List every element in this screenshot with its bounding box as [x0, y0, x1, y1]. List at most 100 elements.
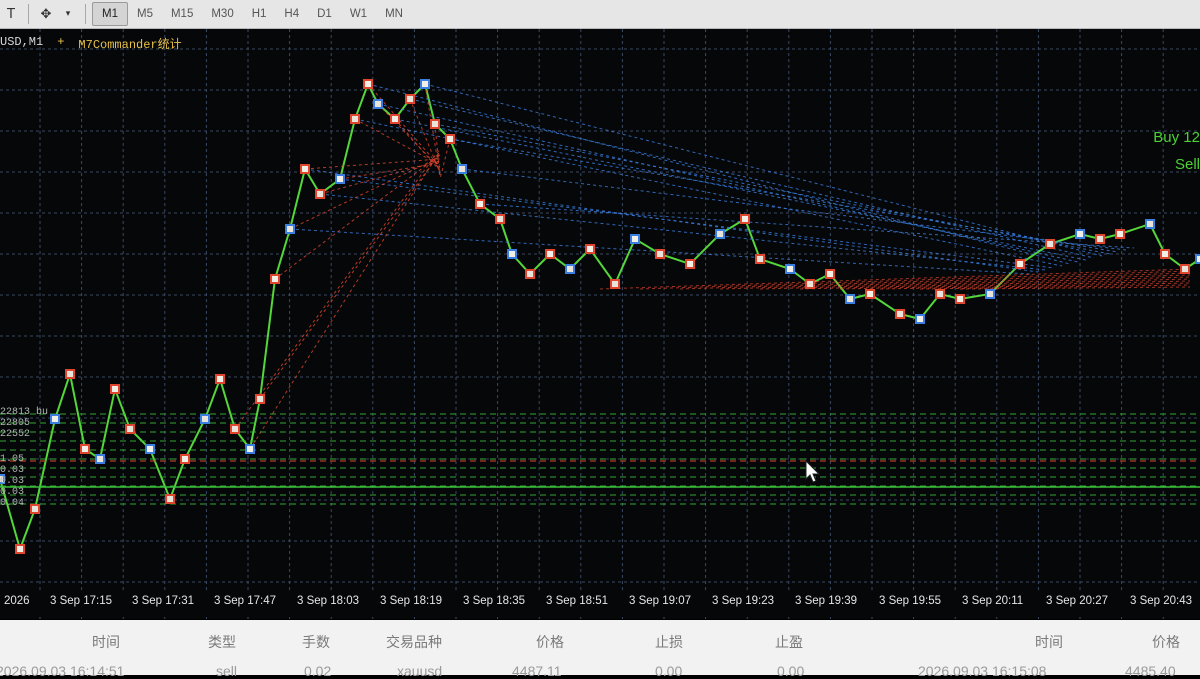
trade-marker [230, 424, 240, 434]
timeframe-d1[interactable]: D1 [308, 3, 341, 25]
trade-marker [1180, 264, 1190, 274]
chart-type-icon[interactable]: T [0, 3, 22, 25]
column-header-time[interactable]: 时间 [92, 632, 120, 652]
trade-marker [420, 79, 430, 89]
time-tick: 3 Sep 20:43 [1130, 595, 1193, 607]
buy-count-label: Buy 12 [1153, 129, 1200, 146]
time-tick: 3 Sep 18:35 [463, 595, 526, 607]
trade-marker [715, 229, 725, 239]
trade-marker [110, 384, 120, 394]
chart-toolbar: T ✥ ▾ M1 M5 M15 M30 H1 H4 D1 W1 MN [0, 0, 1200, 29]
trade-marker [50, 414, 60, 424]
cell-take-profit: 0.00 [777, 663, 805, 679]
trade-marker [285, 224, 295, 234]
trade-marker [200, 414, 210, 424]
trade-marker [655, 249, 665, 259]
timeframe-m30[interactable]: M30 [202, 3, 242, 25]
trade-marker [825, 269, 835, 279]
timeframe-h4[interactable]: H4 [275, 3, 308, 25]
time-tick: 3 Sep 19:55 [879, 595, 942, 607]
trade-marker [335, 174, 345, 184]
toolbar-divider [85, 4, 86, 24]
lot-label: 0.04 [0, 498, 25, 509]
column-header-symbol[interactable]: 交易品种 [386, 632, 442, 652]
column-header-price[interactable]: 价格 [536, 632, 564, 652]
drawing-tools-icon[interactable]: ✥ [35, 3, 57, 25]
trade-marker [985, 289, 995, 299]
trade-marker [955, 294, 965, 304]
trade-marker [80, 444, 90, 454]
trade-marker [215, 374, 225, 384]
timeframe-mn[interactable]: MN [376, 3, 412, 25]
time-tick: 3 Sep 19:23 [712, 595, 775, 607]
trade-marker [95, 454, 105, 464]
sell-order-line [759, 276, 1191, 290]
timeframe-m5[interactable]: M5 [128, 3, 162, 25]
trade-marker [1045, 239, 1055, 249]
cell-symbol: xauusd [397, 663, 443, 679]
mouse-cursor-icon [805, 460, 821, 483]
column-header-close-time[interactable]: 时间 [1035, 632, 1063, 652]
trade-marker [585, 244, 595, 254]
trade-marker [610, 279, 620, 289]
trade-marker [1075, 229, 1085, 239]
trade-marker [495, 214, 505, 224]
cell-price: 4487.11 [512, 663, 562, 679]
chart-canvas[interactable] [0, 29, 1200, 619]
trade-marker [785, 264, 795, 274]
sell-order-line [367, 83, 441, 168]
trade-marker [363, 79, 373, 89]
trade-marker [507, 249, 517, 259]
buy-order-line [424, 83, 1103, 257]
trade-marker [373, 99, 383, 109]
cell-close-price: 4485.40 [1125, 663, 1176, 679]
trade-marker [125, 424, 135, 434]
symbol-label: USD,M1 [0, 35, 44, 49]
column-header-close-price[interactable]: 价格 [1152, 632, 1180, 652]
trade-marker [270, 274, 280, 284]
trade-marker [245, 444, 255, 454]
indicator-label: M7Commander统计 [78, 38, 182, 52]
timeframe-m1[interactable]: M1 [92, 2, 128, 26]
trade-marker [525, 269, 535, 279]
lot-label: 22805 [0, 418, 31, 429]
timeframe-h1[interactable]: H1 [243, 3, 276, 25]
trade-marker [865, 289, 875, 299]
timeframe-w1[interactable]: W1 [341, 3, 376, 25]
lot-labels: 22813 bu 22805 22552 1.05 0.03 0.03 0.03… [0, 407, 48, 509]
time-tick: 3 Sep 20:11 [962, 595, 1024, 607]
time-tick: 3 Sep 18:03 [297, 595, 360, 607]
trade-marker [1145, 219, 1155, 229]
trade-marker [1195, 254, 1200, 264]
column-header-type[interactable]: 类型 [208, 632, 236, 652]
chevron-down-icon[interactable]: ▾ [57, 3, 79, 25]
time-tick: 3 Sep 20:27 [1046, 595, 1109, 607]
trade-marker [740, 214, 750, 224]
column-header-lots[interactable]: 手数 [302, 632, 330, 652]
trade-marker [755, 254, 765, 264]
buy-order-line [479, 203, 1135, 249]
cell-lots: 0.02 [304, 663, 332, 679]
buy-order-line [354, 118, 1063, 267]
buy-order-line [409, 98, 1095, 259]
time-tick: 3 Sep 17:15 [50, 595, 113, 607]
trade-marker [445, 134, 455, 144]
time-tick: 3 Sep 18:19 [380, 595, 443, 607]
column-header-stop-loss[interactable]: 止损 [655, 632, 683, 652]
price-chart[interactable]: USD,M1 + M7Commander统计 Buy 12 Sell 22813… [0, 29, 1200, 619]
time-tick: 3 Sep 19:07 [629, 595, 692, 607]
column-header-take-profit[interactable]: 止盈 [775, 632, 803, 652]
sell-order-line [289, 156, 441, 230]
trade-marker [1115, 229, 1125, 239]
buy-order-line [304, 168, 1039, 273]
sell-order-line [439, 138, 451, 180]
trade-marker [350, 114, 360, 124]
trade-marker [685, 259, 695, 269]
trade-marker [430, 119, 440, 129]
trade-marker [405, 94, 415, 104]
sell-order-line [234, 148, 441, 430]
trade-marker [565, 264, 575, 274]
cell-stop-loss: 0.00 [655, 663, 683, 679]
trade-marker [915, 314, 925, 324]
timeframe-m15[interactable]: M15 [162, 3, 202, 25]
